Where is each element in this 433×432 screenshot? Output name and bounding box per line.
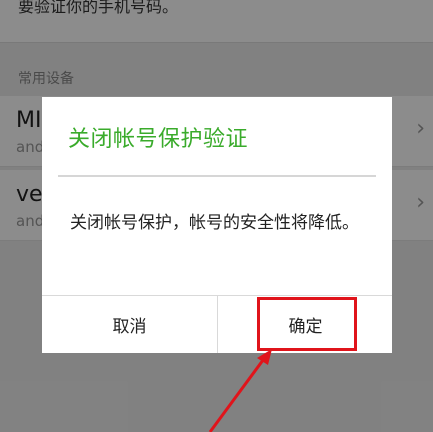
cancel-button[interactable]: 取消 [42, 296, 217, 353]
dialog-title: 关闭帐号保护验证 [68, 127, 249, 152]
dialog-message: 关闭帐号保护，帐号的安全性将降低。 [70, 213, 359, 233]
ok-button[interactable]: 确定 [218, 296, 393, 353]
confirm-dialog: 关闭帐号保护验证 关闭帐号保护，帐号的安全性将降低。 取消 确定 [42, 97, 392, 353]
title-divider [58, 175, 376, 177]
